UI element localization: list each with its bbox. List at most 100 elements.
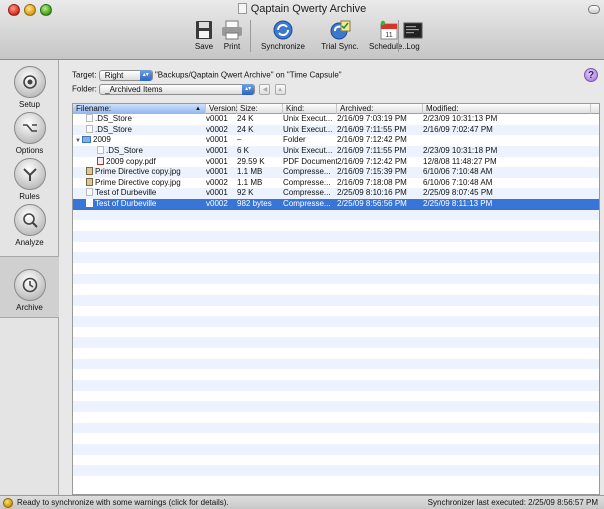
column-label: Kind: (286, 104, 305, 113)
cell-version: v0002 (206, 199, 228, 209)
cell-kind: Unix Execut... (283, 124, 333, 134)
synchronize-label: Synchronize (260, 42, 306, 51)
folder-file-icon (82, 136, 91, 144)
log-label: Log (406, 42, 420, 51)
help-button[interactable]: ? (584, 68, 598, 82)
folder-popup[interactable]: _Archived Items ▴▾ (99, 84, 256, 95)
save-button[interactable]: Save (192, 20, 216, 51)
filename-text: Prime Directive copy.jpg (95, 167, 181, 177)
cell-size: 6 K (237, 145, 250, 155)
trial-sync-button[interactable]: Trial Sync. (315, 20, 365, 51)
empty-table-row (73, 327, 599, 338)
table-row[interactable]: Test of Durbeville v0001 92 K Compresse... 2… (73, 188, 599, 200)
column-label: Filename: (76, 104, 112, 113)
cell-archived: 2/16/09 7:15:39 PM (337, 167, 407, 177)
target-description: "Backups/Qaptain Qwert Archive" on "Time… (154, 70, 342, 80)
cell-version: v0001 (206, 156, 228, 166)
status-message[interactable]: Ready to synchronize with some warnings … (17, 496, 229, 509)
print-button[interactable]: Print (218, 20, 246, 51)
table-row[interactable]: .DS_Store v0001 24 K Unix Execut... 2/16/09 … (73, 114, 599, 125)
empty-table-row (73, 348, 599, 359)
sidebar-item-setup[interactable]: Setup (0, 66, 59, 109)
cell-kind: Unix Execut... (283, 114, 333, 123)
log-console-icon (403, 22, 423, 39)
column-header-kind[interactable]: Kind: (283, 104, 337, 114)
table-row[interactable]: Test of Durbeville v0002 982 bytes Compress… (73, 199, 599, 210)
cell-modified: 6/10/06 7:10:48 AM (423, 177, 493, 187)
pdf-file-icon (97, 156, 104, 165)
column-label: Modified: (426, 104, 459, 113)
cell-version: v0001 (206, 114, 228, 123)
column-header-filename[interactable]: Filename: ▲ (73, 104, 206, 114)
cell-version: v0002 (206, 177, 228, 187)
column-header-modified[interactable]: Modified: (423, 104, 591, 114)
table-row[interactable]: .DS_Store v0002 24 K Unix Execut... 2/16/09 … (73, 124, 599, 136)
cell-size: – (237, 135, 242, 145)
archive-clock-icon (13, 269, 46, 301)
column-header-size[interactable]: Size: (237, 104, 283, 114)
archive-file-table[interactable]: Filename: ▲ Version: Size: Kind: Archived… (72, 103, 600, 495)
unix-file-icon (86, 124, 93, 133)
table-row[interactable]: Prime Directive copy.jpg v0002 1.1 MB Compr… (73, 177, 599, 189)
table-row[interactable]: .DS_Store v0001 6 K Unix Execut... 2/16/09 7… (73, 145, 599, 157)
cell-size: 982 bytes (237, 199, 272, 209)
filename-text: Prime Directive copy.jpg (95, 177, 181, 187)
popup-arrows-icon: ▴▾ (242, 84, 255, 95)
trial-sync-icon (330, 20, 351, 40)
help-question-icon: ? (587, 70, 595, 81)
options-icon (13, 112, 46, 144)
empty-table-row (73, 337, 599, 349)
cell-modified: 2/23/09 10:31:13 PM (423, 114, 498, 123)
target-popup[interactable]: Right ▴▾ (98, 70, 153, 81)
column-header-version[interactable]: Version: (206, 104, 238, 114)
table-rows: .DS_Store v0001 24 K Unix Execut... 2/16/09 … (73, 114, 599, 476)
folder-row: Folder: _Archived Items ▴▾ ◀ ▲ (72, 84, 286, 95)
cell-size: 29.59 K (237, 156, 265, 166)
last-executed-status: Synchronizer last executed: 2/25/09 8:56… (427, 498, 598, 507)
column-header-archived[interactable]: Archived: (337, 104, 423, 114)
synchronize-button[interactable]: Synchronize (254, 20, 312, 51)
unix-file-icon (86, 199, 93, 208)
printer-icon (222, 20, 242, 40)
sidebar-item-options[interactable]: Options (0, 112, 59, 155)
sidebar-label-rules: Rules (19, 192, 40, 201)
back-arrow-button[interactable]: ◀ (259, 84, 271, 95)
floppy-disk-icon (196, 21, 212, 39)
toolbar-separator (250, 20, 251, 52)
cell-archived: 2/16/09 7:11:55 PM (337, 145, 407, 155)
print-label: Print (223, 42, 241, 51)
sidebar-label-analyze: Analyze (15, 238, 44, 247)
empty-table-row (73, 443, 599, 455)
window-titlebar: Qaptain Qwerty Archive Save Print Synchr… (0, 0, 604, 60)
unix-file-icon (97, 145, 104, 154)
target-popup-value: Right (104, 71, 124, 80)
table-row[interactable]: ▼ 2009 v0001– Folder 2/16/09 7:12:42 PM (73, 135, 599, 146)
log-button[interactable]: Log (402, 20, 424, 51)
sidebar-item-analyze[interactable]: Analyze (0, 204, 59, 247)
cell-version: v0002 (206, 124, 228, 134)
cell-kind: Compresse... (283, 167, 331, 177)
empty-table-row (73, 401, 599, 412)
empty-table-row (73, 220, 599, 231)
empty-table-row (73, 209, 599, 221)
cell-kind: Compresse... (283, 188, 331, 198)
window-title: Qaptain Qwerty Archive (0, 3, 604, 15)
calendar-icon: 11 (380, 20, 398, 40)
sidebar-item-rules[interactable]: Rules (0, 158, 59, 201)
cell-kind: PDF Document (283, 156, 337, 166)
cell-filename: .DS_Store (73, 114, 203, 125)
cell-size: 92 K (237, 188, 254, 198)
table-row[interactable]: 2009 copy.pdf v0001 29.59 K PDF Document 2/1… (73, 156, 599, 168)
status-bar[interactable]: Ready to synchronize with some warnings … (0, 495, 604, 509)
cell-size: 24 K (237, 114, 254, 123)
trial-sync-label: Trial Sync. (321, 42, 359, 51)
sidebar-item-archive[interactable]: Archive (0, 256, 59, 318)
up-arrow-button[interactable]: ▲ (274, 84, 286, 95)
cell-kind: Compresse... (283, 177, 331, 187)
cell-archived: 2/16/09 7:12:42 PM (337, 156, 407, 166)
unix-file-icon (86, 188, 93, 197)
sidebar-label-options: Options (15, 146, 44, 155)
table-row[interactable]: Prime Directive copy.jpg v0001 1.1 MB Compr… (73, 167, 599, 178)
filename-text: Test of Durbeville (95, 188, 157, 198)
empty-table-row (73, 422, 599, 434)
